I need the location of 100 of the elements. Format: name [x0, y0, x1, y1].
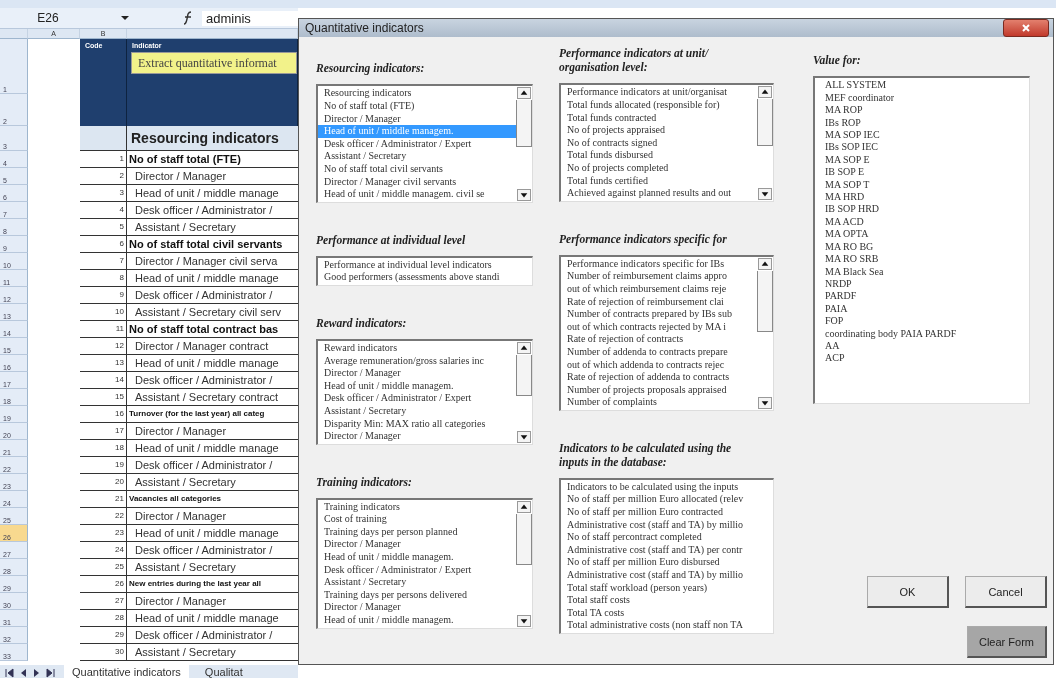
list-item[interactable]: out of which reimbursement claims reje [561, 282, 757, 296]
scroll-up-icon[interactable] [517, 87, 531, 100]
list-item[interactable]: Administrative cost (staff and TA) by millio [561, 569, 773, 582]
list-item[interactable]: Training days per person planned [318, 525, 516, 539]
list-box[interactable] [813, 76, 1030, 405]
list-item[interactable]: Number of contracts prepared by IBs sub [561, 308, 757, 321]
list-item[interactable]: No of staff percontract completed [561, 531, 773, 544]
scroll-up-icon[interactable] [517, 500, 531, 513]
list-item[interactable]: Total funds allocated (responsible for) [561, 99, 757, 112]
list-item[interactable]: Average remuneration/gross salaries inc [318, 354, 516, 368]
list-item[interactable]: Training indicators [318, 500, 516, 514]
list-item[interactable]: Disparity Min: MAX ratio all categories [318, 417, 516, 431]
list-item[interactable]: MA HRD [815, 191, 1029, 204]
list-item[interactable]: MA OPTA [815, 228, 1029, 241]
list-item[interactable]: Director / Manager [318, 367, 516, 380]
list-item[interactable]: No of projects completed [561, 161, 757, 175]
list-item[interactable]: Administrative cost (staff and TA) per contr [561, 543, 773, 557]
list-item[interactable]: Good performers (assessments above standi [318, 271, 532, 284]
list-item[interactable]: Cost of training [318, 513, 516, 526]
list-item[interactable]: Total funds disbursed [561, 149, 757, 162]
scroll-up-icon[interactable] [758, 86, 772, 99]
scroll-down-icon[interactable] [758, 187, 772, 200]
list-item[interactable]: No of staff per million Euro disbursed [561, 556, 773, 570]
list-item[interactable]: Total staff workload (person years) [561, 581, 773, 595]
list-item[interactable]: Director / Manager [318, 112, 516, 126]
list-box[interactable] [316, 338, 533, 445]
list-item[interactable]: Number of reimbursement claims appro [561, 270, 757, 283]
scroll-down-icon[interactable] [758, 396, 772, 409]
list-item[interactable]: Training days per persons delivered [318, 588, 516, 602]
list-item[interactable]: MA Black Sea [815, 265, 1029, 278]
list-item[interactable]: Director / Manager civil servants [318, 175, 516, 189]
scrollbar-thumb[interactable] [757, 99, 773, 146]
scrollbar[interactable] [516, 86, 532, 202]
list-item[interactable]: Total TA costs [561, 606, 773, 620]
scrollbar[interactable] [516, 499, 532, 628]
list-item[interactable]: AA [815, 339, 1029, 353]
scrollbar[interactable] [757, 85, 773, 201]
list-item[interactable]: MA RO SRB [815, 253, 1029, 266]
list-item[interactable]: out of which contracts rejected by MA i [561, 320, 757, 334]
list-item[interactable]: Reward indicators [318, 341, 516, 355]
list-item[interactable]: PARDF [815, 290, 1029, 303]
list-item[interactable]: MA ACD [815, 215, 1029, 229]
list-item[interactable]: Assistant / Secretary [318, 576, 516, 589]
list-item[interactable]: No of staff per million Euro allocated (relev [561, 493, 773, 507]
scroll-down-icon[interactable] [517, 430, 531, 443]
list-item[interactable]: MA SOP T [815, 178, 1029, 192]
list-item[interactable]: FOP [815, 315, 1029, 328]
list-item[interactable]: Director / Manager [318, 538, 516, 552]
name-box[interactable]: E26 [0, 11, 96, 25]
list-item[interactable]: Desk officer / Administrator / Expert [318, 563, 516, 577]
scrollbar-thumb[interactable] [516, 513, 532, 565]
list-item[interactable]: Head of unit / middle managem. civil se [318, 188, 516, 201]
clear-form-button[interactable]: Clear Form [967, 626, 1047, 658]
list-item[interactable]: No of staff total (FTE) [318, 100, 516, 113]
last-sheet-icon[interactable] [46, 667, 56, 678]
list-item[interactable]: Number of projects proposals appraised [561, 383, 757, 397]
sheet-tab[interactable]: Quantitative indicators [64, 665, 189, 678]
list-item[interactable]: Performance indicators specific for IBs [561, 257, 757, 271]
dropdown-icon[interactable] [120, 13, 130, 23]
list-item[interactable]: MEF coordinator [815, 91, 1029, 105]
list-item[interactable]: Director / Manager [318, 601, 516, 615]
list-item[interactable]: Director / Manager [318, 430, 516, 443]
list-item[interactable]: Head of unit / middle managem. [318, 551, 516, 564]
list-item[interactable]: Performance indicators at unit/organisat [561, 86, 757, 99]
list-item[interactable]: ACP [815, 352, 1029, 365]
scroll-up-icon[interactable] [517, 341, 531, 354]
cancel-button[interactable]: Cancel [965, 576, 1047, 608]
list-box[interactable] [559, 254, 774, 411]
list-item[interactable]: Total staff costs [561, 594, 773, 607]
list-item[interactable]: IB SOP E [815, 166, 1029, 179]
list-item[interactable]: Assistant / Secretary [318, 404, 516, 418]
scroll-up-icon[interactable] [758, 257, 772, 270]
first-sheet-icon[interactable] [4, 667, 14, 678]
scrollbar-thumb[interactable] [516, 354, 532, 397]
list-box[interactable] [559, 83, 774, 202]
list-item[interactable]: MA RO BG [815, 240, 1029, 254]
list-item[interactable]: Assistant / Secretary [318, 150, 516, 163]
list-item[interactable]: MA SOP E [815, 153, 1029, 167]
list-item[interactable]: IBs SOP IEC [815, 141, 1029, 154]
list-item[interactable]: Total administrative costs (non staff non TA [561, 619, 773, 632]
list-item[interactable]: Desk officer / Administrator / Expert [318, 392, 516, 405]
list-box[interactable] [559, 477, 774, 634]
list-item[interactable]: Rate of rejection of addenda to contracts [561, 371, 757, 384]
list-item[interactable]: Performance at individual level indicators [318, 258, 532, 272]
list-item[interactable]: Rate of rejection of contracts [561, 333, 757, 346]
list-box[interactable] [316, 84, 533, 203]
close-button[interactable] [1003, 19, 1049, 38]
list-item[interactable]: IB SOP HRD [815, 203, 1029, 216]
scroll-down-icon[interactable] [517, 188, 531, 201]
list-item[interactable]: Indicators to be calculated using the inputs [561, 480, 773, 494]
list-item[interactable]: Head of unit / middle managem. [318, 614, 516, 627]
list-item[interactable]: Achieved against planned results and out [561, 187, 757, 200]
list-box[interactable] [316, 497, 533, 629]
list-item[interactable]: MA ROP [815, 104, 1029, 117]
sheet-tab[interactable]: Qualitat [196, 665, 251, 678]
scrollbar[interactable] [516, 340, 532, 444]
ok-button[interactable]: OK [867, 576, 949, 608]
list-item[interactable]: No of contracts signed [561, 136, 757, 150]
scrollbar-thumb[interactable] [516, 100, 532, 147]
list-item[interactable]: Number of addenda to contracts prepare [561, 345, 757, 359]
